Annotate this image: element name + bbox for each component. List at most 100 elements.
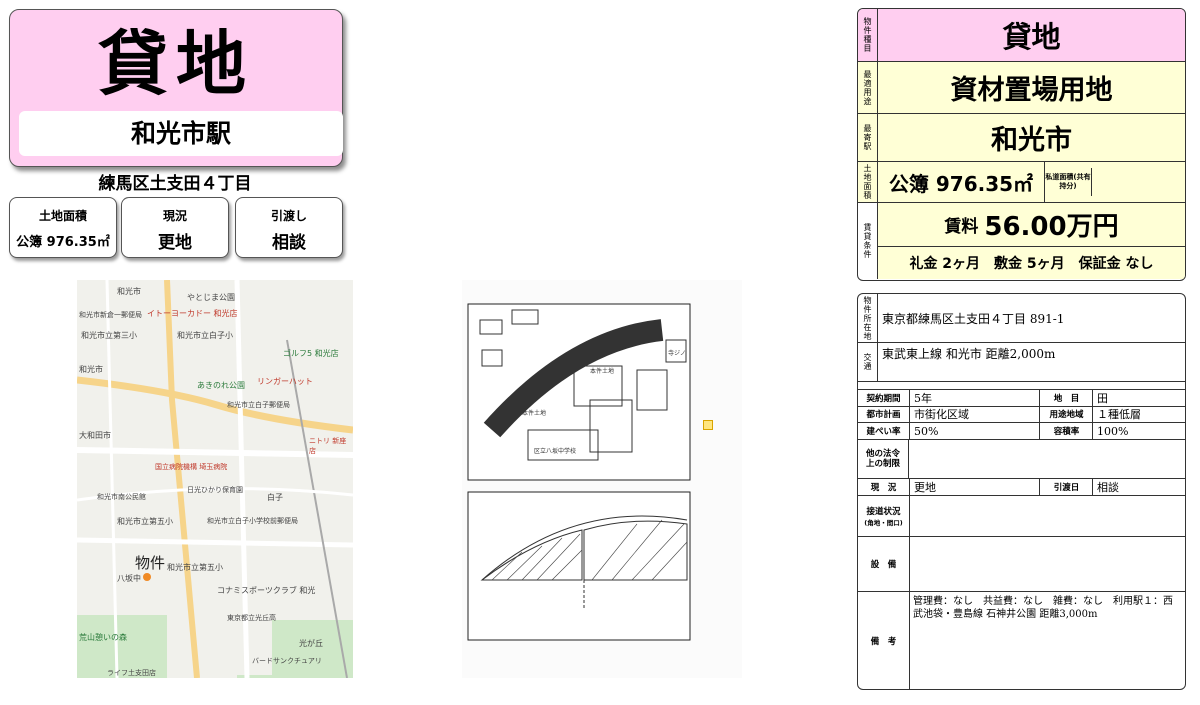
map-label: 大和田市 [79, 431, 111, 440]
rent-cell: 賃料 56.00万円 [878, 203, 1185, 247]
landcat-label: 地 目 [1041, 390, 1093, 406]
map-label: 和光市立白子郵便局 [227, 401, 290, 409]
equipment-label: 設 備 [858, 537, 910, 591]
far-label: 容積率 [1041, 423, 1093, 439]
listing-header: 貸地 和光市駅 [9, 9, 343, 167]
current-status-card: 現況 更地 [121, 197, 229, 258]
station-label: 最寄駅 [858, 114, 878, 161]
property-mark-label: 物件 [135, 554, 166, 572]
handover-value-detail: 相談 [1097, 481, 1119, 494]
map-label: 光が丘 [299, 639, 323, 648]
cityplan-label: 都市計画 [858, 406, 910, 422]
landcat-value: 田 [1097, 392, 1108, 405]
short-address: 練馬区土支田４丁目 [98, 174, 252, 194]
station-value: 和光市 [991, 125, 1072, 156]
handover-label: 引渡し [270, 209, 307, 223]
use-label: 最適用途 [858, 62, 878, 113]
rent-label: 賃貸条件 [858, 203, 878, 279]
map-label: 白子 [267, 493, 283, 502]
map-label: コナミスポーツクラブ 和光 [217, 586, 316, 595]
road-label: 接道状況 [866, 507, 901, 517]
map-label: ゴルフ5 和光店 [283, 349, 339, 358]
contract-label: 契約期間 [858, 390, 910, 406]
map-label: ニトリ 新座店 [309, 437, 347, 455]
remarks-row: 備 考 管理費：なし 共益費：なし 雑費：なし 利用駅１：西武池袋・豊島線 石神… [858, 592, 1185, 689]
map-label: ライフ土支田店 [107, 669, 156, 677]
type-label: 物件種目 [858, 9, 878, 61]
status-row: 現 況 更地 引渡日 相談 [858, 479, 1185, 496]
use-value: 資材置場用地 [950, 75, 1113, 106]
equipment-row: 設 備 [858, 537, 1185, 592]
map-label: 八坂中 [117, 574, 141, 583]
survey-label: 本件土地 [590, 368, 615, 375]
listing-type-title: 貸地 [98, 23, 254, 105]
current-status-value: 更地 [158, 233, 192, 253]
cityplan-value: 市街化区域 [910, 406, 1040, 422]
transport-value: 東武東上線 和光市 距離2,000m [882, 347, 1056, 361]
private-road-label: 私道面積(共有持分) [1045, 168, 1092, 196]
remarks-label: 備 考 [858, 592, 910, 689]
zoning-label: 用途地域 [1041, 406, 1093, 422]
remarks-value: 管理費：なし 共益費：なし 雑費：なし 利用駅１：西武池袋・豊島線 石神井公園 … [913, 596, 1173, 620]
land-area-label: 土地面積 [38, 209, 87, 223]
survey-label: 寺ジノ [668, 350, 686, 357]
area-map: 和光市 やとじま公園 イトーヨーカドー 和光店 和光市新倉一郵便局 和光市立第三… [77, 280, 353, 678]
other-law-row: 他の法令上の制限 [858, 440, 1185, 479]
rent-prefix: 賃料 [944, 217, 979, 237]
zoning-value: １種低層 [1097, 408, 1141, 421]
rent-conditions: 礼金 2ヶ月 敷金 5ヶ月 保証金 なし [878, 247, 1185, 279]
map-label: 和光市立白子小 [177, 331, 233, 340]
area-row: 土地面積 公簿 976.35㎡ 私道面積(共有持分) [858, 162, 1185, 203]
map-label: やとじま公園 [187, 293, 235, 302]
summary-table: 物件種目 貸地 最適用途 資材置場用地 最寄駅 和光市 土地面積 公簿 976.… [857, 8, 1186, 281]
map-label: 和光市 [79, 365, 103, 374]
map-label: 国立病院機構 埼玉病院 [155, 463, 228, 471]
handover-value: 相談 [272, 233, 306, 253]
status-label: 現 況 [858, 479, 910, 495]
coverage-value: 50% [910, 423, 1040, 439]
map-label: イトーヨーカドー 和光店 [147, 309, 238, 318]
contract-row: 契約期間 5年 地 目 田 [858, 389, 1185, 407]
map-label: 和光市立第五小 [117, 517, 173, 526]
details-table: 物件所在地 東京都練馬区土支田４丁目 891-1 交通 東武東上線 和光市 距離… [857, 293, 1186, 690]
type-row: 物件種目 貸地 [858, 9, 1185, 62]
type-value: 貸地 [1002, 20, 1061, 54]
land-area-value: 公簿 976.35㎡ [16, 235, 110, 250]
use-row: 最適用途 資材置場用地 [858, 62, 1185, 114]
coverage-label: 建ぺい率 [858, 423, 910, 439]
location-value: 東京都練馬区土支田４丁目 891-1 [882, 311, 1065, 326]
area-label: 土地面積 [858, 162, 878, 202]
survey-drawing: 本件土地 本件土地 区立八坂中学校 寺ジノ [462, 280, 742, 678]
map-label: 和光市立第五小 [167, 563, 223, 572]
map-label: 和光市立第三小 [81, 331, 137, 340]
map-label: 和光市 [117, 287, 141, 296]
far-value: 100% [1097, 424, 1129, 438]
coverage-row: 建ぺい率 50% 容積率 100% [858, 423, 1185, 440]
location-label: 物件所在地 [858, 294, 878, 342]
map-label: 東京都立光丘高 [227, 614, 276, 622]
map-label: 和光市立白子小学校前郵便局 [207, 517, 298, 525]
location-row: 物件所在地 東京都練馬区土支田４丁目 891-1 [858, 294, 1185, 343]
status-value: 更地 [910, 479, 1040, 495]
map-label: バードサンクチュアリ [252, 657, 322, 665]
map-label: リンガーハット [257, 377, 313, 386]
map-label: 和光市南公民館 [97, 493, 146, 501]
road-label-cell: 接道状況 (角地・間口) [858, 496, 910, 536]
area-value: 公簿 976.35㎡ [878, 162, 1045, 202]
road-sublabel: (角地・間口) [864, 519, 903, 527]
survey-label: 本件土地 [522, 410, 547, 417]
survey-label: 区立八坂中学校 [534, 448, 577, 455]
station-row: 最寄駅 和光市 [858, 114, 1185, 162]
road-row: 接道状況 (角地・間口) [858, 496, 1185, 537]
rent-value: 56.00万円 [984, 212, 1119, 242]
rent-row: 賃貸条件 賃料 56.00万円 礼金 2ヶ月 敷金 5ヶ月 保証金 なし [858, 203, 1185, 279]
map-label: 荒山憩いの森 [79, 633, 127, 642]
cityplan-row: 都市計画 市街化区域 用途地域 １種低層 [858, 406, 1185, 423]
map-label: あきのれ公園 [197, 381, 245, 390]
survey-sketch [467, 303, 691, 641]
marker-icon [703, 420, 713, 430]
map-label: 日光ひかり保育園 [187, 486, 243, 494]
station-name: 和光市駅 [19, 111, 343, 156]
handover-card: 引渡し 相談 [235, 197, 343, 258]
transport-row: 交通 東武東上線 和光市 距離2,000m [858, 343, 1185, 382]
